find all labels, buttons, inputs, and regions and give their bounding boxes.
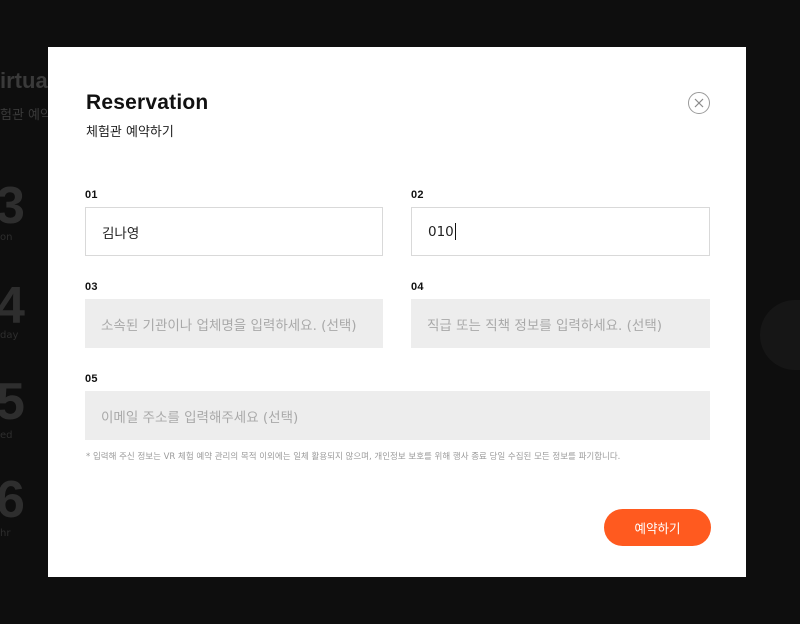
field-number: 01 xyxy=(85,189,98,201)
background-stat-number: 6 xyxy=(0,471,25,529)
reserve-button[interactable]: 예약하기 xyxy=(604,509,711,546)
organization-field[interactable]: 소속된 기관이나 업체명을 입력하세요. (선택) xyxy=(85,299,383,348)
close-button[interactable] xyxy=(688,92,710,114)
background-stat-label: ed xyxy=(0,430,13,441)
background-title: irtua xyxy=(0,68,48,93)
privacy-notice: * 입력해 주신 정보는 VR 체험 예약 관리의 목적 이외에는 일체 활용되… xyxy=(86,452,621,462)
field-number: 05 xyxy=(85,373,98,385)
background-stat-label: hr xyxy=(0,528,11,539)
modal-subtitle: 체험관 예약하기 xyxy=(86,125,174,140)
name-field[interactable]: 김나영 xyxy=(85,207,383,256)
field-number: 02 xyxy=(411,189,424,201)
field-number: 03 xyxy=(85,281,98,293)
position-field-placeholder: 직급 또는 직책 정보를 입력하세요. (선택) xyxy=(427,317,663,334)
name-field-value: 김나영 xyxy=(102,225,140,242)
background-stat-label: day xyxy=(0,330,19,341)
background-stat-number: 5 xyxy=(0,373,25,431)
background-decoration xyxy=(760,300,800,370)
close-icon xyxy=(694,98,704,108)
position-field[interactable]: 직급 또는 직책 정보를 입력하세요. (선택) xyxy=(411,299,710,348)
background-stat-number: 4 xyxy=(0,277,25,335)
background-stat-label: on xyxy=(0,232,13,243)
field-number: 04 xyxy=(411,281,424,293)
email-field[interactable]: 이메일 주소를 입력해주세요 (선택) xyxy=(85,391,710,440)
background-stat-number: 3 xyxy=(0,177,25,235)
background-subtitle: 험관 예약 xyxy=(0,108,52,123)
organization-field-placeholder: 소속된 기관이나 업체명을 입력하세요. (선택) xyxy=(101,317,357,334)
text-cursor xyxy=(454,223,456,240)
reservation-modal: Reservation 체험관 예약하기 01 김나영 02 010 03 소속… xyxy=(48,47,746,577)
phone-field-value: 010 xyxy=(428,223,454,240)
phone-field[interactable]: 010 xyxy=(411,207,710,256)
email-field-placeholder: 이메일 주소를 입력해주세요 (선택) xyxy=(101,409,299,426)
modal-title: Reservation xyxy=(86,91,209,114)
